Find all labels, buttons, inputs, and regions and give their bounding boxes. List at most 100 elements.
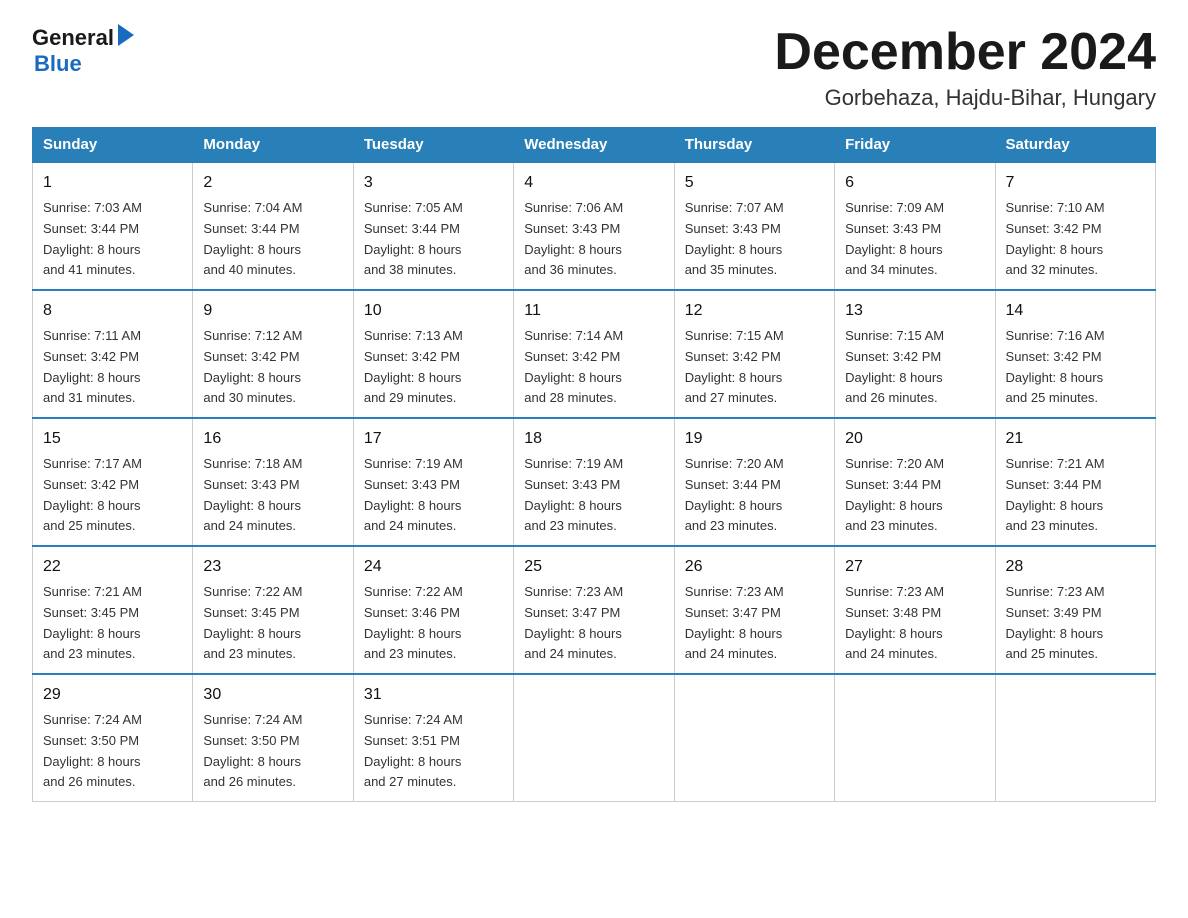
table-row: 18 Sunrise: 7:19 AMSunset: 3:43 PMDaylig… — [514, 418, 674, 546]
header-sunday: Sunday — [33, 128, 193, 163]
day-info: Sunrise: 7:20 AMSunset: 3:44 PMDaylight:… — [845, 456, 944, 533]
day-info: Sunrise: 7:11 AMSunset: 3:42 PMDaylight:… — [43, 328, 141, 405]
day-info: Sunrise: 7:10 AMSunset: 3:42 PMDaylight:… — [1006, 200, 1105, 277]
table-row: 16 Sunrise: 7:18 AMSunset: 3:43 PMDaylig… — [193, 418, 353, 546]
day-number: 28 — [1006, 555, 1145, 580]
table-row: 14 Sunrise: 7:16 AMSunset: 3:42 PMDaylig… — [995, 290, 1155, 418]
header-thursday: Thursday — [674, 128, 834, 163]
header-wednesday: Wednesday — [514, 128, 674, 163]
day-info: Sunrise: 7:19 AMSunset: 3:43 PMDaylight:… — [364, 456, 463, 533]
table-row: 25 Sunrise: 7:23 AMSunset: 3:47 PMDaylig… — [514, 546, 674, 674]
table-row: 23 Sunrise: 7:22 AMSunset: 3:45 PMDaylig… — [193, 546, 353, 674]
day-number: 14 — [1006, 299, 1145, 324]
day-info: Sunrise: 7:12 AMSunset: 3:42 PMDaylight:… — [203, 328, 302, 405]
day-number: 7 — [1006, 171, 1145, 196]
day-info: Sunrise: 7:24 AMSunset: 3:50 PMDaylight:… — [203, 712, 302, 789]
table-row: 29 Sunrise: 7:24 AMSunset: 3:50 PMDaylig… — [33, 674, 193, 801]
table-row: 20 Sunrise: 7:20 AMSunset: 3:44 PMDaylig… — [835, 418, 995, 546]
day-number: 30 — [203, 683, 342, 708]
day-number: 29 — [43, 683, 182, 708]
table-row — [835, 674, 995, 801]
table-row: 5 Sunrise: 7:07 AMSunset: 3:43 PMDayligh… — [674, 162, 834, 290]
day-info: Sunrise: 7:13 AMSunset: 3:42 PMDaylight:… — [364, 328, 463, 405]
day-info: Sunrise: 7:21 AMSunset: 3:44 PMDaylight:… — [1006, 456, 1105, 533]
day-info: Sunrise: 7:06 AMSunset: 3:43 PMDaylight:… — [524, 200, 623, 277]
day-info: Sunrise: 7:16 AMSunset: 3:42 PMDaylight:… — [1006, 328, 1105, 405]
table-row — [995, 674, 1155, 801]
day-info: Sunrise: 7:17 AMSunset: 3:42 PMDaylight:… — [43, 456, 142, 533]
day-number: 4 — [524, 171, 663, 196]
table-row: 8 Sunrise: 7:11 AMSunset: 3:42 PMDayligh… — [33, 290, 193, 418]
calendar-week-row: 8 Sunrise: 7:11 AMSunset: 3:42 PMDayligh… — [33, 290, 1156, 418]
day-number: 8 — [43, 299, 182, 324]
day-number: 6 — [845, 171, 984, 196]
table-row: 22 Sunrise: 7:21 AMSunset: 3:45 PMDaylig… — [33, 546, 193, 674]
day-info: Sunrise: 7:23 AMSunset: 3:49 PMDaylight:… — [1006, 584, 1105, 661]
table-row: 24 Sunrise: 7:22 AMSunset: 3:46 PMDaylig… — [353, 546, 513, 674]
table-row: 21 Sunrise: 7:21 AMSunset: 3:44 PMDaylig… — [995, 418, 1155, 546]
day-number: 2 — [203, 171, 342, 196]
table-row: 11 Sunrise: 7:14 AMSunset: 3:42 PMDaylig… — [514, 290, 674, 418]
table-row: 31 Sunrise: 7:24 AMSunset: 3:51 PMDaylig… — [353, 674, 513, 801]
logo-arrow-icon — [118, 24, 134, 51]
day-info: Sunrise: 7:24 AMSunset: 3:51 PMDaylight:… — [364, 712, 463, 789]
day-number: 15 — [43, 427, 182, 452]
logo: General Blue — [32, 24, 134, 77]
header-friday: Friday — [835, 128, 995, 163]
day-number: 19 — [685, 427, 824, 452]
day-number: 24 — [364, 555, 503, 580]
day-number: 13 — [845, 299, 984, 324]
table-row: 1 Sunrise: 7:03 AMSunset: 3:44 PMDayligh… — [33, 162, 193, 290]
table-row: 6 Sunrise: 7:09 AMSunset: 3:43 PMDayligh… — [835, 162, 995, 290]
day-number: 11 — [524, 299, 663, 324]
calendar-header-row: Sunday Monday Tuesday Wednesday Thursday… — [33, 128, 1156, 163]
day-info: Sunrise: 7:18 AMSunset: 3:43 PMDaylight:… — [203, 456, 302, 533]
day-number: 22 — [43, 555, 182, 580]
table-row: 9 Sunrise: 7:12 AMSunset: 3:42 PMDayligh… — [193, 290, 353, 418]
day-info: Sunrise: 7:15 AMSunset: 3:42 PMDaylight:… — [685, 328, 784, 405]
day-number: 12 — [685, 299, 824, 324]
table-row: 27 Sunrise: 7:23 AMSunset: 3:48 PMDaylig… — [835, 546, 995, 674]
table-row: 13 Sunrise: 7:15 AMSunset: 3:42 PMDaylig… — [835, 290, 995, 418]
day-number: 25 — [524, 555, 663, 580]
day-number: 1 — [43, 171, 182, 196]
day-number: 5 — [685, 171, 824, 196]
day-number: 9 — [203, 299, 342, 324]
location-subtitle: Gorbehaza, Hajdu-Bihar, Hungary — [774, 85, 1156, 111]
day-info: Sunrise: 7:05 AMSunset: 3:44 PMDaylight:… — [364, 200, 463, 277]
day-number: 26 — [685, 555, 824, 580]
day-info: Sunrise: 7:03 AMSunset: 3:44 PMDaylight:… — [43, 200, 142, 277]
day-info: Sunrise: 7:21 AMSunset: 3:45 PMDaylight:… — [43, 584, 142, 661]
calendar-week-row: 1 Sunrise: 7:03 AMSunset: 3:44 PMDayligh… — [33, 162, 1156, 290]
day-number: 10 — [364, 299, 503, 324]
day-number: 18 — [524, 427, 663, 452]
day-number: 3 — [364, 171, 503, 196]
table-row — [514, 674, 674, 801]
header-tuesday: Tuesday — [353, 128, 513, 163]
table-row — [674, 674, 834, 801]
day-number: 31 — [364, 683, 503, 708]
day-number: 27 — [845, 555, 984, 580]
calendar-week-row: 15 Sunrise: 7:17 AMSunset: 3:42 PMDaylig… — [33, 418, 1156, 546]
table-row: 7 Sunrise: 7:10 AMSunset: 3:42 PMDayligh… — [995, 162, 1155, 290]
day-info: Sunrise: 7:04 AMSunset: 3:44 PMDaylight:… — [203, 200, 302, 277]
day-number: 23 — [203, 555, 342, 580]
day-info: Sunrise: 7:15 AMSunset: 3:42 PMDaylight:… — [845, 328, 944, 405]
table-row: 19 Sunrise: 7:20 AMSunset: 3:44 PMDaylig… — [674, 418, 834, 546]
day-number: 16 — [203, 427, 342, 452]
table-row: 17 Sunrise: 7:19 AMSunset: 3:43 PMDaylig… — [353, 418, 513, 546]
table-row: 2 Sunrise: 7:04 AMSunset: 3:44 PMDayligh… — [193, 162, 353, 290]
day-info: Sunrise: 7:24 AMSunset: 3:50 PMDaylight:… — [43, 712, 142, 789]
header-monday: Monday — [193, 128, 353, 163]
day-info: Sunrise: 7:23 AMSunset: 3:48 PMDaylight:… — [845, 584, 944, 661]
table-row: 4 Sunrise: 7:06 AMSunset: 3:43 PMDayligh… — [514, 162, 674, 290]
table-row: 30 Sunrise: 7:24 AMSunset: 3:50 PMDaylig… — [193, 674, 353, 801]
day-number: 17 — [364, 427, 503, 452]
table-row: 15 Sunrise: 7:17 AMSunset: 3:42 PMDaylig… — [33, 418, 193, 546]
header-saturday: Saturday — [995, 128, 1155, 163]
table-row: 12 Sunrise: 7:15 AMSunset: 3:42 PMDaylig… — [674, 290, 834, 418]
day-number: 20 — [845, 427, 984, 452]
day-info: Sunrise: 7:23 AMSunset: 3:47 PMDaylight:… — [524, 584, 623, 661]
table-row: 3 Sunrise: 7:05 AMSunset: 3:44 PMDayligh… — [353, 162, 513, 290]
page-header: General Blue December 2024 Gorbehaza, Ha… — [32, 24, 1156, 111]
